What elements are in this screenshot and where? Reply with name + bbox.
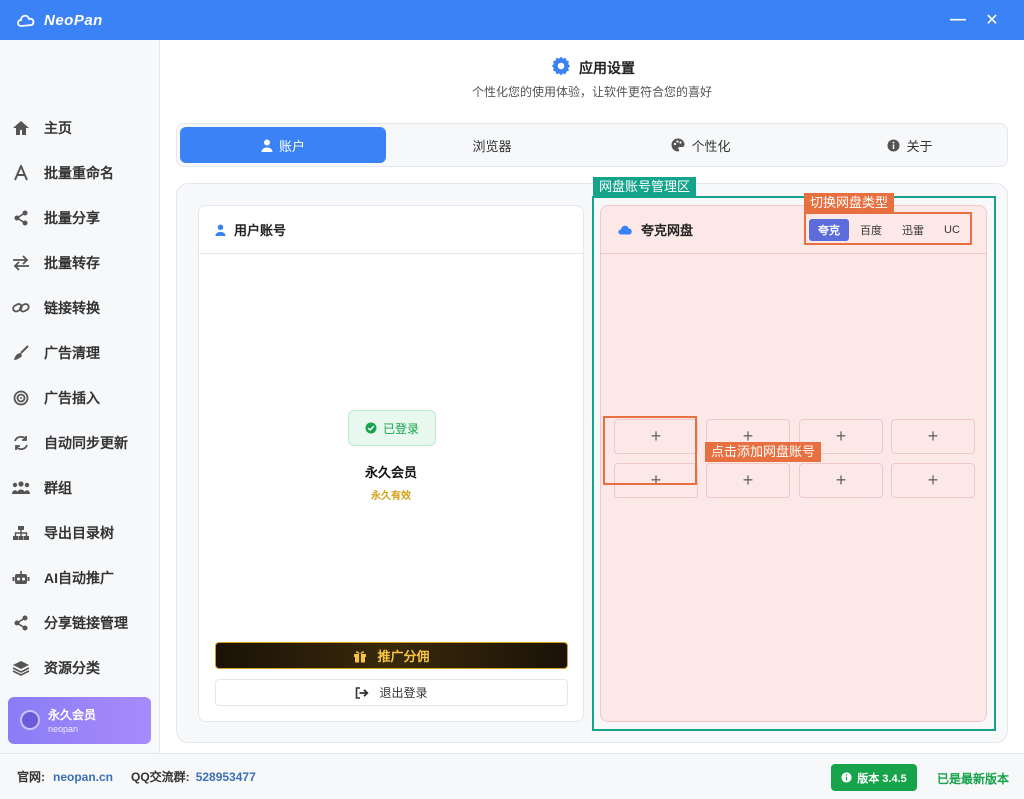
member-title: 永久会员 [48,708,97,722]
sidebar-item-groups[interactable]: 群组 [0,468,159,508]
tree-icon [11,523,31,543]
share-icon [11,208,31,228]
close-button[interactable]: ✕ [980,8,1004,32]
sidebar-item-label: 导出目录树 [44,525,114,541]
tab-browser[interactable]: 浏览器 [389,127,595,163]
version-badge[interactable]: 版本 3.4.5 [831,764,917,791]
link-icon [11,298,31,318]
promo-label: 推广分佣 [377,649,430,664]
sidebar-item-label: 分享链接管理 [44,615,128,631]
site-label: 官网: [17,770,45,784]
sidebar-item-share-links[interactable]: 分享链接管理 [0,603,159,643]
qq-group-number[interactable]: 528953477 [196,770,256,784]
annotation-switch-label: 切换网盘类型 [804,193,895,213]
sidebar-item-ad-clean[interactable]: 广告清理 [0,333,159,373]
gift-icon [353,649,367,663]
title-bar: NeoPan — ✕ [0,0,1024,40]
check-circle-icon [365,422,377,434]
page-title: 应用设置 [579,60,635,76]
logout-label: 退出登录 [379,686,428,700]
tab-label: 浏览器 [472,138,512,154]
member-card[interactable]: 永久会员 neopan [8,697,151,744]
site-link[interactable]: neopan.cn [53,770,113,784]
sidebar-item-ai-promo[interactable]: AI自动推广 [0,558,159,598]
target-icon [11,388,31,408]
cloud-logo-icon [16,9,38,31]
tab-label: 关于 [906,138,933,154]
sidebar-item-batch-rename[interactable]: 批量重命名 [0,153,159,193]
tab-about[interactable]: 关于 [807,127,1013,163]
user-icon [261,139,273,152]
version-text: 版本 3.4.5 [857,772,907,785]
promo-commission-button[interactable]: 推广分佣 [215,642,568,669]
avatar [20,710,40,730]
sidebar-item-label: 广告清理 [44,345,100,361]
sidebar-item-label: 批量分享 [44,210,100,226]
share-icon [11,613,31,633]
qq-label: QQ交流群: [131,770,190,784]
group-icon [11,478,31,498]
letter-a-icon [11,163,31,183]
annotation-add-box [603,416,697,485]
minimize-button[interactable]: — [946,8,970,32]
status-badge: 已登录 [348,410,436,446]
card-header: 用户账号 [199,206,583,254]
settings-tabs: 账户 浏览器 个性化 关于 [176,123,1008,167]
sidebar-item-resource-category[interactable]: 资源分类 [0,648,159,688]
sidebar-item-batch-transfer[interactable]: 批量转存 [0,243,159,283]
sidebar: 主页 批量重命名 批量分享 批量转存 链接转换 广告清理 广告插入 自动同步更新… [0,40,160,753]
sync-icon [11,433,31,453]
tab-account[interactable]: 账户 [180,127,386,163]
info-icon [841,772,852,783]
user-account-card: 用户账号 已登录 永久会员 永久有效 推广分佣 退出登录 [198,205,584,722]
sidebar-item-label: AI自动推广 [44,570,114,586]
membership-validity: 永久有效 [371,491,411,502]
transfer-icon [11,253,31,273]
sidebar-item-ad-insert[interactable]: 广告插入 [0,378,159,418]
member-username: neopan [48,724,79,734]
annotation-area-label: 网盘账号管理区 [593,177,697,197]
sidebar-item-batch-share[interactable]: 批量分享 [0,198,159,238]
logout-button[interactable]: 退出登录 [215,679,568,706]
broom-icon [11,343,31,363]
home-icon [11,118,31,138]
sidebar-item-home[interactable]: 主页 [0,108,159,148]
gear-icon [551,56,571,76]
sidebar-item-label: 资源分类 [44,660,100,676]
sidebar-item-auto-sync[interactable]: 自动同步更新 [0,423,159,463]
sidebar-item-label: 链接转换 [44,300,100,316]
tab-label: 个性化 [691,138,731,154]
logout-icon [355,686,370,699]
status-text: 已登录 [382,421,419,436]
sidebar-item-label: 群组 [44,480,72,496]
page-subtitle: 个性化您的使用体验，让软件更符合您的喜好 [471,85,712,99]
layers-icon [11,658,31,678]
annotation-add-label: 点击添加网盘账号 [705,442,822,462]
sidebar-item-label: 批量转存 [44,255,100,271]
sidebar-item-label: 广告插入 [44,390,100,406]
tab-personalize[interactable]: 个性化 [598,127,804,163]
card-title: 用户账号 [234,223,287,238]
robot-icon [11,568,31,588]
membership-title: 永久会员 [364,465,417,480]
annotation-switch-box [804,212,972,245]
sidebar-item-label: 自动同步更新 [44,435,128,451]
sidebar-item-link-convert[interactable]: 链接转换 [0,288,159,328]
tab-label: 账户 [278,138,305,154]
app-title: NeoPan [44,11,103,29]
update-status: 已是最新版本 [937,772,1010,786]
info-icon [887,139,900,152]
palette-icon [671,138,685,152]
sidebar-item-export-tree[interactable]: 导出目录树 [0,513,159,553]
status-bar: 官网: neopan.cn QQ交流群: 528953477 版本 3.4.5 … [0,753,1024,799]
sidebar-item-label: 批量重命名 [44,165,114,181]
user-icon [215,224,226,236]
sidebar-item-label: 主页 [44,120,72,136]
